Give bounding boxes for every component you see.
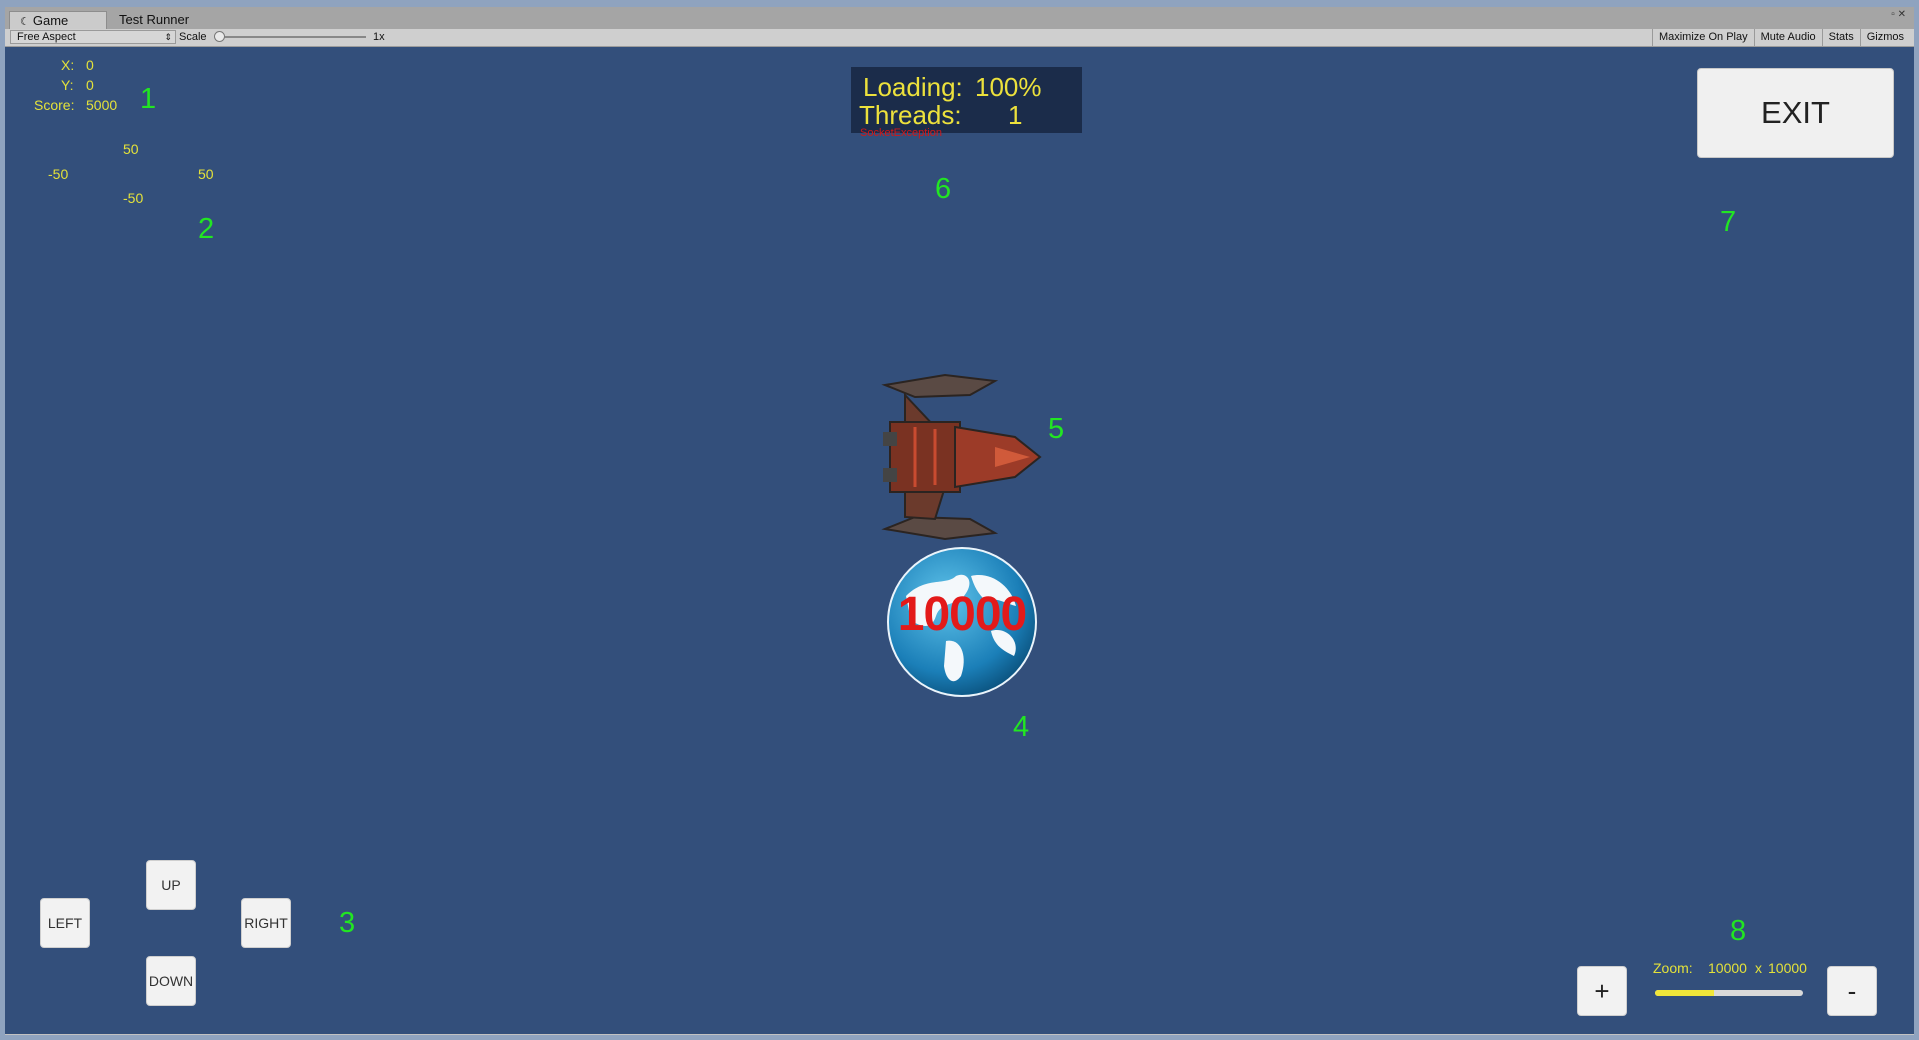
loading-label: Loading:: [863, 72, 963, 102]
marker-4: 4: [1013, 711, 1030, 743]
stats-toggle[interactable]: Stats: [1821, 29, 1860, 46]
score-value: 5000: [86, 97, 118, 113]
scale-label: Scale: [179, 31, 207, 43]
axis-top-label: 50: [123, 141, 139, 157]
down-button[interactable]: DOWN: [146, 956, 196, 1006]
marker-7: 7: [1720, 206, 1737, 238]
editor-tab-bar: ☾ Game Test Runner ▫ ✕: [5, 7, 1914, 30]
y-value: 0: [86, 77, 94, 93]
axis-bottom-label: -50: [123, 190, 144, 206]
x-value: 0: [86, 57, 94, 73]
maximize-on-play-toggle[interactable]: Maximize On Play: [1651, 29, 1754, 46]
threads-value: 1: [1008, 100, 1023, 130]
left-button[interactable]: LEFT: [40, 898, 90, 948]
marker-8: 8: [1730, 915, 1747, 947]
tab-game[interactable]: ☾ Game: [9, 11, 107, 29]
axis-left-label: -50: [48, 166, 69, 182]
aspect-dropdown[interactable]: Free Aspect ⇕: [10, 30, 176, 44]
marker-2: 2: [198, 213, 215, 245]
scale-value: 1x: [373, 31, 385, 43]
game-icon: ☾: [20, 16, 30, 28]
up-button[interactable]: UP: [146, 860, 196, 910]
loading-value: 100%: [975, 72, 1042, 102]
marker-3: 3: [339, 907, 356, 939]
right-button[interactable]: RIGHT: [241, 898, 291, 948]
zoom-width: 10000: [1708, 960, 1747, 976]
world-counter: 10000: [897, 588, 1027, 641]
window-menu-icon[interactable]: ▫ ✕: [1891, 9, 1906, 20]
zoom-label: Zoom:: [1653, 960, 1693, 976]
zoom-out-button[interactable]: -: [1827, 966, 1877, 1016]
game-viewport[interactable]: X: 0 Y: 0 Score: 5000 50 -50 50 -50 1 2 …: [5, 47, 1914, 1034]
zoom-in-button[interactable]: +: [1577, 966, 1627, 1016]
zoom-separator: x: [1755, 960, 1762, 976]
dropdown-arrows-icon: ⇕: [164, 32, 172, 42]
game-toolbar: Free Aspect ⇕ Scale 1x Maximize On Play …: [5, 29, 1914, 47]
tab-test-runner[interactable]: Test Runner: [109, 11, 199, 29]
y-label: Y:: [61, 77, 74, 93]
axis-right-label: 50: [198, 166, 214, 182]
zoom-slider-fill: [1655, 990, 1715, 996]
zoom-height: 10000: [1768, 960, 1807, 976]
scale-slider-handle[interactable]: [214, 31, 225, 42]
loading-panel: Loading: 100% Threads: 1 SocketException: [851, 67, 1082, 139]
toolbar-toggles: Maximize On Play Mute Audio Stats Gizmos: [1651, 29, 1910, 46]
scale-slider-track[interactable]: [216, 36, 366, 38]
marker-6: 6: [935, 173, 952, 205]
spaceship-sprite[interactable]: [875, 367, 1055, 547]
x-label: X:: [61, 57, 75, 73]
marker-1: 1: [140, 83, 157, 115]
zoom-slider[interactable]: [1655, 990, 1803, 996]
error-message: SocketException: [860, 127, 942, 139]
mute-audio-toggle[interactable]: Mute Audio: [1753, 29, 1822, 46]
score-label: Score:: [34, 97, 75, 113]
gizmos-dropdown[interactable]: Gizmos: [1859, 29, 1910, 46]
exit-button[interactable]: EXIT: [1697, 68, 1894, 158]
